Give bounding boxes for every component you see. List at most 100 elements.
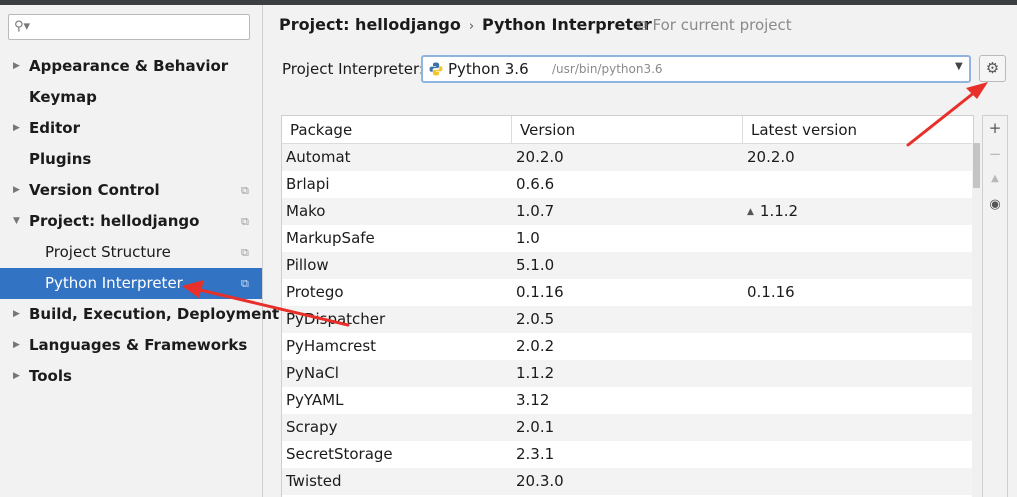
sidebar-item-project-structure[interactable]: Project Structure ⧉: [0, 237, 262, 268]
table-row[interactable]: PyYAML 3.12: [282, 387, 973, 414]
table-row[interactable]: Protego 0.1.16 0.1.16: [282, 279, 973, 306]
table-row[interactable]: Pillow 5.1.0: [282, 252, 973, 279]
gear-icon: ⚙: [985, 59, 1000, 77]
sidebar-item-plugins[interactable]: Plugins: [0, 144, 262, 175]
table-row[interactable]: PyHamcrest 2.0.2: [282, 333, 973, 360]
table-header: Package Version Latest version: [282, 116, 973, 144]
sidebar-item-keymap[interactable]: Keymap: [0, 82, 262, 113]
column-header-package[interactable]: Package: [282, 116, 512, 143]
package-name: Automat: [286, 148, 351, 166]
collapse-arrow-icon[interactable]: ▼: [13, 206, 20, 237]
expand-arrow-icon[interactable]: ▶: [13, 113, 20, 144]
sidebar-item-version-control[interactable]: ▶ Version Control ⧉: [0, 175, 262, 206]
expand-arrow-icon[interactable]: ▶: [13, 361, 20, 392]
column-header-version[interactable]: Version: [512, 116, 743, 143]
project-scope-icon: ⧉: [241, 215, 249, 228]
package-name: Twisted: [286, 472, 342, 490]
package-name: Scrapy: [286, 418, 338, 436]
sidebar-item-label: Editor: [29, 119, 80, 137]
table-row[interactable]: PyDispatcher 2.0.5: [282, 306, 973, 333]
packages-table: Package Version Latest version Automat 20…: [281, 115, 974, 497]
table-row[interactable]: Mako 1.0.7 ▲ 1.1.2: [282, 198, 973, 225]
sidebar-item-label: Python Interpreter: [45, 274, 183, 292]
sidebar-item-python-interpreter[interactable]: Python Interpreter ⧉: [0, 268, 262, 299]
package-version: 5.1.0: [516, 256, 555, 274]
settings-sidebar: ⚲▾ ▶ Appearance & Behavior Keymap ▶ Edit…: [0, 5, 279, 497]
sidebar-item-label: Appearance & Behavior: [29, 57, 229, 75]
table-row[interactable]: SecretStorage 2.3.1: [282, 441, 973, 468]
breadcrumb: Project: hellodjango › Python Interpreter: [279, 15, 652, 34]
expand-arrow-icon[interactable]: ▶: [13, 299, 20, 330]
chevron-down-icon[interactable]: ▼: [955, 61, 963, 72]
package-name: Mako: [286, 202, 326, 220]
table-scrollbar-thumb[interactable]: [973, 143, 980, 188]
project-scope-icon: ⧉: [241, 277, 249, 290]
package-version: 1.1.2: [516, 364, 555, 382]
package-version: 1.0: [516, 229, 540, 247]
scope-label: For current project: [652, 16, 792, 34]
latest-version: 1.1.2: [759, 202, 799, 220]
package-name: PyNaCl: [286, 364, 339, 382]
latest-version: 0.1.16: [747, 283, 795, 301]
expand-arrow-icon[interactable]: ▶: [13, 175, 20, 206]
sidebar-item-label: Project: hellodjango: [29, 212, 200, 230]
interpreter-select[interactable]: Python 3.6 /usr/bin/python3.6 ▼: [421, 55, 971, 83]
package-version: 20.3.0: [516, 472, 564, 490]
python-logo-icon: [429, 62, 443, 76]
table-row[interactable]: PyNaCl 1.1.2: [282, 360, 973, 387]
latest-version: 20.2.0: [747, 148, 795, 166]
upgrade-available-icon: ▲: [747, 207, 754, 217]
table-row[interactable]: Brlapi 0.6.6: [282, 171, 973, 198]
package-version: 2.0.2: [516, 337, 555, 355]
package-version: 0.1.16: [516, 283, 564, 301]
package-version: 2.0.5: [516, 310, 555, 328]
sidebar-item-tools[interactable]: ▶ Tools: [0, 361, 262, 392]
package-version: 3.12: [516, 391, 550, 409]
search-icon: ⚲▾: [14, 19, 31, 34]
sidebar-item-label: Languages & Frameworks: [29, 336, 248, 354]
table-row[interactable]: Automat 20.2.0 20.2.0: [282, 144, 973, 171]
package-name: Pillow: [286, 256, 329, 274]
package-version: 1.0.7: [516, 202, 555, 220]
package-latest: ▲ 1.1.2: [747, 198, 798, 228]
upgrade-package-button[interactable]: ▲: [983, 173, 1007, 184]
package-name: PyHamcrest: [286, 337, 377, 355]
remove-package-button[interactable]: −: [983, 145, 1007, 163]
sidebar-item-project[interactable]: ▼ Project: hellodjango ⧉: [0, 206, 262, 237]
interpreter-path: /usr/bin/python3.6: [552, 62, 663, 76]
table-scrollbar-track[interactable]: [972, 143, 981, 497]
package-version: 0.6.6: [516, 175, 555, 193]
project-interpreter-label: Project Interpreter:: [282, 60, 424, 78]
package-version: 20.2.0: [516, 148, 564, 166]
table-row[interactable]: Scrapy 2.0.1: [282, 414, 973, 441]
table-body: Automat 20.2.0 20.2.0 Brlapi 0.6.6 Mako 1.0.…: [282, 144, 973, 495]
column-header-latest-version[interactable]: Latest version: [743, 116, 973, 143]
package-name: Brlapi: [286, 175, 330, 193]
package-version: 2.3.1: [516, 445, 555, 463]
project-scope-icon: ⧉: [241, 246, 249, 259]
sidebar-item-build-execution-deployment[interactable]: ▶ Build, Execution, Deployment: [0, 299, 279, 330]
interpreter-name: Python 3.6: [448, 60, 529, 78]
breadcrumb-separator: ›: [468, 19, 475, 34]
interpreter-settings-button[interactable]: ⚙: [979, 55, 1006, 82]
scope-indicator: ⧉ For current project: [637, 16, 792, 34]
add-package-button[interactable]: +: [983, 119, 1007, 137]
package-name: SecretStorage: [286, 445, 393, 463]
table-row[interactable]: MarkupSafe 1.0: [282, 225, 973, 252]
table-row[interactable]: Twisted 20.3.0: [282, 468, 973, 495]
sidebar-item-label: Build, Execution, Deployment: [29, 305, 280, 323]
sidebar-item-appearance-behavior[interactable]: ▶ Appearance & Behavior: [0, 51, 262, 82]
eye-icon[interactable]: ◉: [983, 197, 1007, 212]
sidebar-item-languages-frameworks[interactable]: ▶ Languages & Frameworks: [0, 330, 262, 361]
settings-tree: ▶ Appearance & Behavior Keymap ▶ Editor …: [0, 51, 279, 392]
package-version: 2.0.1: [516, 418, 555, 436]
expand-arrow-icon[interactable]: ▶: [13, 330, 20, 361]
package-name: Protego: [286, 283, 344, 301]
expand-arrow-icon[interactable]: ▶: [13, 51, 20, 82]
package-name: PyDispatcher: [286, 310, 386, 328]
project-scope-icon: ⧉: [637, 16, 648, 34]
settings-search-input[interactable]: ⚲▾: [8, 14, 250, 40]
package-name: PyYAML: [286, 391, 344, 409]
sidebar-item-label: Plugins: [29, 150, 92, 168]
sidebar-item-editor[interactable]: ▶ Editor: [0, 113, 262, 144]
